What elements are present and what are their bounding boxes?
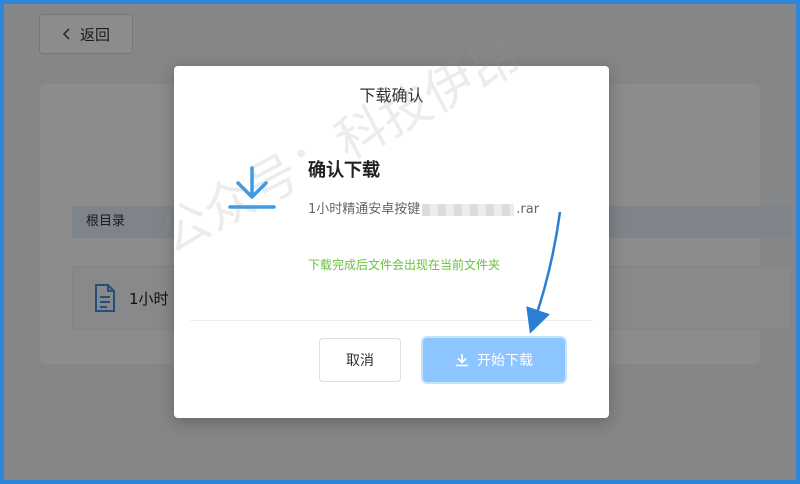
confirm-heading: 确认下载 (308, 160, 380, 181)
download-hint: 下载完成后文件会出现在当前文件夹 (308, 258, 501, 272)
redacted-text (422, 203, 515, 216)
download-confirm-dialog: 下载确认 确认下载 1小时精通安卓按键 .rar 下载完成后文件会出现在当前文件夹… (174, 66, 609, 418)
download-icon (456, 354, 468, 367)
cancel-button[interactable]: 取消 (319, 338, 401, 382)
file-name-end: .rar (516, 202, 540, 217)
file-name-start: 1小时精通安卓按键 (308, 202, 421, 217)
download-icon (228, 166, 276, 209)
download-file-name: 1小时精通安卓按键 .rar (308, 200, 578, 220)
dialog-title: 下载确认 (359, 86, 424, 105)
app-window: 返回 根目录 1小时 下载确认 确认下载 1小时精通安卓按键 .rar 下载完成后… (4, 4, 796, 480)
start-download-button[interactable]: 开始下载 (423, 338, 565, 382)
start-download-label: 开始下载 (477, 353, 533, 369)
dialog-divider (190, 320, 593, 321)
cancel-label: 取消 (346, 353, 374, 369)
